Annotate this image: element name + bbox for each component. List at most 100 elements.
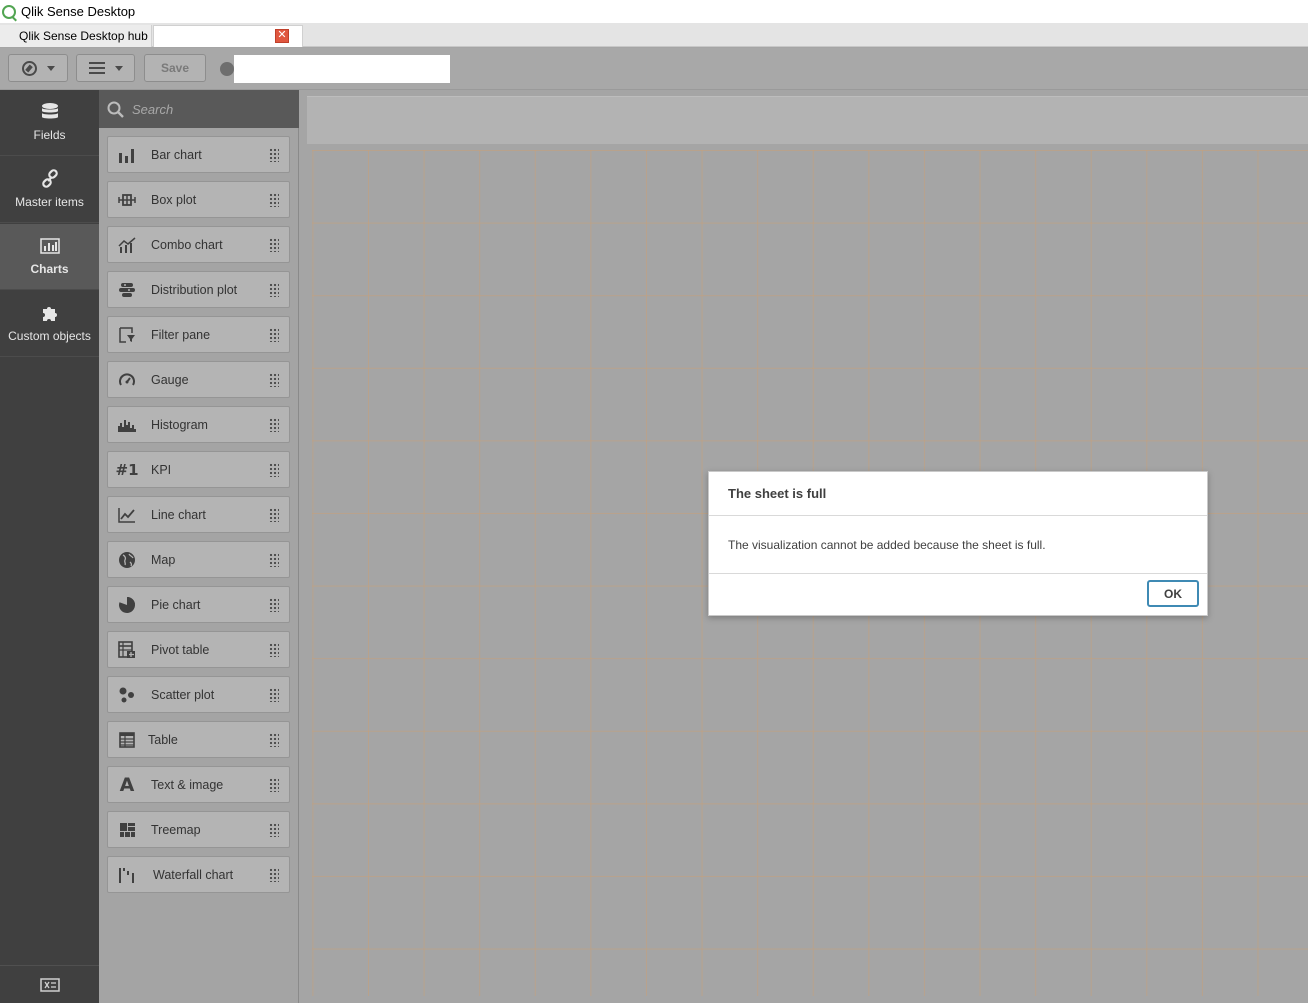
asset-label: Box plot [151, 192, 197, 207]
waterfall-chart-icon [116, 865, 138, 885]
sheet-name-field[interactable] [234, 55, 450, 83]
scatter-plot-icon [116, 685, 138, 705]
table-icon [116, 730, 138, 750]
save-button[interactable]: Save [144, 54, 206, 82]
asset-label: Bar chart [151, 147, 202, 162]
asset-label: Scatter plot [151, 687, 215, 702]
globe-icon [116, 550, 138, 570]
bar-chart-icon [39, 238, 60, 254]
search-icon [107, 101, 124, 118]
asset-label: Pie chart [151, 597, 201, 612]
asset-histogram[interactable]: Histogram [107, 406, 290, 443]
asset-label: Table [148, 732, 178, 747]
drag-handle-icon[interactable] [269, 148, 279, 162]
chevron-down-icon [114, 65, 123, 71]
navigation-menu-button[interactable] [8, 54, 68, 82]
nav-custom-objects[interactable]: Custom objects [0, 291, 99, 357]
compass-icon [21, 60, 37, 76]
search-bar[interactable]: Search [99, 90, 299, 128]
combo-chart-icon [116, 235, 138, 255]
kpi-icon: #1 [115, 460, 139, 479]
drag-handle-icon[interactable] [269, 508, 279, 522]
asset-line-chart[interactable]: Line chart [107, 496, 290, 533]
tab-hub[interactable]: Qlik Sense Desktop hub [0, 25, 152, 47]
sheet-full-dialog: The sheet is full The visualization cann… [708, 471, 1208, 616]
drag-handle-icon[interactable] [269, 598, 279, 612]
panel-toggle-icon [39, 977, 60, 992]
drag-handle-icon[interactable] [269, 373, 279, 387]
asset-label: KPI [151, 462, 172, 477]
drag-handle-icon[interactable] [269, 418, 279, 432]
asset-waterfall-chart[interactable]: Waterfall chart [107, 856, 290, 893]
line-chart-icon [116, 505, 138, 525]
asset-label: Histogram [151, 417, 208, 432]
puzzle-icon [42, 307, 57, 321]
left-nav: Fields Master items Charts Custom object… [0, 90, 99, 1003]
asset-treemap[interactable]: Treemap [107, 811, 290, 848]
drag-handle-icon[interactable] [269, 688, 279, 702]
link-icon [41, 169, 58, 188]
drag-handle-icon[interactable] [269, 868, 279, 882]
nav-custom-objects-label: Custom objects [8, 329, 91, 343]
asset-filter-pane[interactable]: Filter pane [107, 316, 290, 353]
tab-current-app[interactable]: ✕ [153, 25, 303, 47]
assets-panel: Search Bar chart Box plot Combo chart Di… [99, 90, 299, 1003]
asset-label: Distribution plot [151, 282, 238, 297]
asset-label: Gauge [151, 372, 189, 387]
dialog-message: The visualization cannot be added becaus… [709, 516, 1207, 574]
pie-chart-icon [116, 595, 138, 615]
drag-handle-icon[interactable] [269, 193, 279, 207]
asset-gauge[interactable]: Gauge [107, 361, 290, 398]
asset-pivot-table[interactable]: Pivot table [107, 631, 290, 668]
asset-label: Text & image [151, 777, 224, 792]
database-icon [41, 103, 58, 119]
gauge-icon [116, 370, 138, 390]
asset-label: Filter pane [151, 327, 211, 342]
filter-pane-icon [116, 325, 138, 345]
global-menu-button[interactable] [76, 54, 135, 82]
sheet-title-area[interactable] [307, 96, 1308, 144]
asset-table[interactable]: Table [107, 721, 290, 758]
drag-handle-icon[interactable] [269, 328, 279, 342]
asset-pie-chart[interactable]: Pie chart [107, 586, 290, 623]
drag-handle-icon[interactable] [269, 553, 279, 567]
nav-fields[interactable]: Fields [0, 90, 99, 156]
tab-strip: Qlik Sense Desktop hub ✕ [0, 23, 1308, 47]
drag-handle-icon[interactable] [269, 238, 279, 252]
drag-handle-icon[interactable] [269, 643, 279, 657]
drag-handle-icon[interactable] [269, 463, 279, 477]
drag-handle-icon[interactable] [269, 823, 279, 837]
window-title: Qlik Sense Desktop [21, 4, 136, 19]
asset-kpi[interactable]: #1 KPI [107, 451, 290, 488]
nav-master-items[interactable]: Master items [0, 157, 99, 223]
asset-map[interactable]: Map [107, 541, 290, 578]
drag-handle-icon[interactable] [269, 733, 279, 747]
more-icon[interactable] [220, 62, 234, 76]
asset-box-plot[interactable]: Box plot [107, 181, 290, 218]
ok-button[interactable]: OK [1147, 580, 1199, 607]
asset-label: Pivot table [151, 642, 210, 657]
asset-bar-chart[interactable]: Bar chart [107, 136, 290, 173]
dialog-title: The sheet is full [709, 472, 1207, 516]
tab-hub-label: Qlik Sense Desktop hub [19, 29, 148, 43]
treemap-icon [116, 820, 138, 840]
asset-label: Combo chart [151, 237, 223, 252]
histogram-icon [116, 415, 138, 435]
asset-combo-chart[interactable]: Combo chart [107, 226, 290, 263]
toggle-panel-button[interactable] [0, 965, 99, 1003]
asset-text-image[interactable]: A Text & image [107, 766, 290, 803]
drag-handle-icon[interactable] [269, 778, 279, 792]
search-input[interactable]: Search [132, 102, 173, 117]
bar-chart-icon [116, 145, 138, 165]
drag-handle-icon[interactable] [269, 283, 279, 297]
nav-charts[interactable]: Charts [0, 224, 99, 290]
asset-label: Line chart [151, 507, 206, 522]
close-tab-icon[interactable]: ✕ [275, 29, 289, 43]
asset-label: Map [151, 552, 176, 567]
chevron-down-icon [46, 65, 55, 71]
asset-distribution-plot[interactable]: Distribution plot [107, 271, 290, 308]
distribution-plot-icon [116, 280, 138, 300]
list-icon [88, 62, 105, 74]
box-plot-icon [116, 190, 138, 210]
asset-scatter-plot[interactable]: Scatter plot [107, 676, 290, 713]
